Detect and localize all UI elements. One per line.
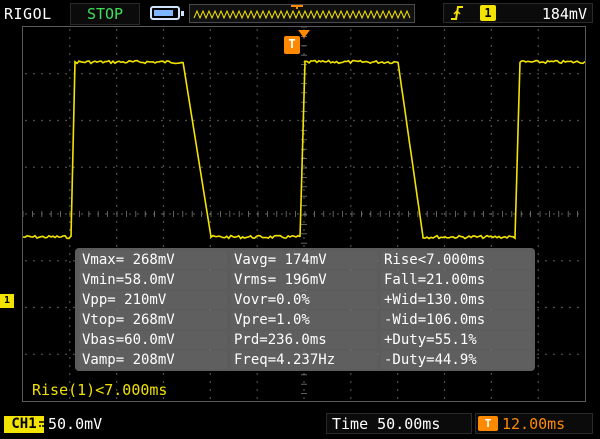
measurement-cell: Freq=4.237Hz <box>231 351 377 369</box>
trigger-position-marker[interactable]: T <box>284 36 300 54</box>
timebase-value: Time 50.00ms <box>332 415 441 433</box>
measurement-cell: Vpre=1.0% <box>231 311 377 329</box>
trigger-source-badge: 1 <box>480 5 496 21</box>
measurement-cell: Rise<7.000ms <box>381 251 531 269</box>
dc-coupling-icon <box>39 421 47 427</box>
trigger-level: 184mV <box>541 5 587 23</box>
memory-waveform-preview <box>193 5 411 20</box>
measurement-cell: Fall=21.00ms <box>381 271 531 289</box>
trigger-position-arrow-icon <box>298 30 310 38</box>
channel-1-scale: 50.0mV <box>48 415 103 433</box>
measurement-cell: Vtop= 268mV <box>79 311 227 329</box>
measurement-panel: Vmax= 268mV Vavg= 174mV Rise<7.000ms Vmin=5… <box>75 248 535 371</box>
channel-1-level-marker[interactable]: 1 <box>0 294 14 308</box>
measurement-cell: +Duty=55.1% <box>381 331 531 349</box>
measurement-cell: Vovr=0.0% <box>231 291 377 309</box>
measurement-cell: Prd=236.0ms <box>231 331 377 349</box>
measurement-cell: +Wid=130.0ms <box>381 291 531 309</box>
channel-1-label: CH1 <box>11 416 37 432</box>
battery-icon <box>150 6 184 20</box>
rising-edge-icon <box>451 6 463 20</box>
measurement-cell: Vbas=60.0mV <box>79 331 227 349</box>
memory-overview-strip[interactable] <box>189 4 415 23</box>
measurement-cell: Vavg= 174mV <box>231 251 377 269</box>
run-stop-status[interactable]: STOP <box>70 3 140 25</box>
trigger-offset-icon: T <box>478 416 498 431</box>
measurement-cell: Vpp= 210mV <box>79 291 227 309</box>
brand-logo: RIGOL <box>4 5 52 23</box>
measurement-readout: Rise(1)<7.000ms <box>32 381 168 399</box>
measurement-cell: Vrms= 196mV <box>231 271 377 289</box>
measurement-cell: Vamp= 208mV <box>79 351 227 369</box>
trigger-offset-value: 12.00ms <box>502 415 566 433</box>
measurement-cell: Vmin=58.0mV <box>79 271 227 289</box>
measurement-cell: -Duty=44.9% <box>381 351 531 369</box>
measurement-cell: Vmax= 268mV <box>79 251 227 269</box>
measurement-cell: -Wid=106.0ms <box>381 311 531 329</box>
